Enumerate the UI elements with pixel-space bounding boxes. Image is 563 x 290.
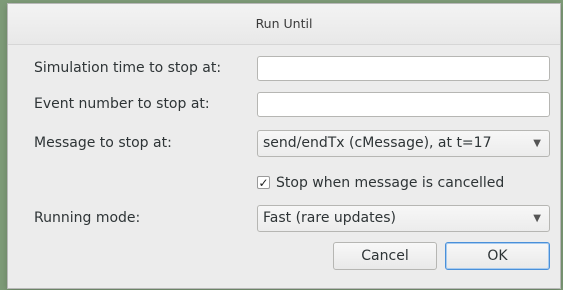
sim-time-input[interactable]: [257, 56, 550, 81]
running-mode-select[interactable]: Fast (rare updates) ▼: [257, 205, 550, 232]
sim-time-label: Simulation time to stop at:: [34, 60, 222, 76]
message-select-value: send/endTx (cMessage), at t=17: [263, 135, 492, 151]
ok-button[interactable]: OK: [445, 242, 550, 270]
stop-cancelled-checkbox[interactable]: ✓: [257, 175, 270, 190]
running-mode-label: Running mode:: [34, 210, 141, 226]
event-number-input[interactable]: [257, 92, 550, 117]
run-until-dialog: Run Until Simulation time to stop at: Ev…: [8, 4, 560, 288]
stop-cancelled-option[interactable]: ✓ Stop when message is cancelled: [257, 175, 504, 195]
message-select[interactable]: send/endTx (cMessage), at t=17 ▼: [257, 130, 550, 157]
chevron-down-icon: ▼: [533, 213, 541, 224]
running-mode-select-value: Fast (rare updates): [263, 210, 396, 226]
cancel-button[interactable]: Cancel: [333, 242, 437, 270]
checkmark-icon: ✓: [258, 175, 269, 190]
chevron-down-icon: ▼: [533, 138, 541, 149]
event-number-label: Event number to stop at:: [34, 96, 210, 112]
message-label: Message to stop at:: [34, 135, 172, 151]
stop-cancelled-label: Stop when message is cancelled: [276, 175, 505, 191]
dialog-title: Run Until: [8, 4, 560, 45]
